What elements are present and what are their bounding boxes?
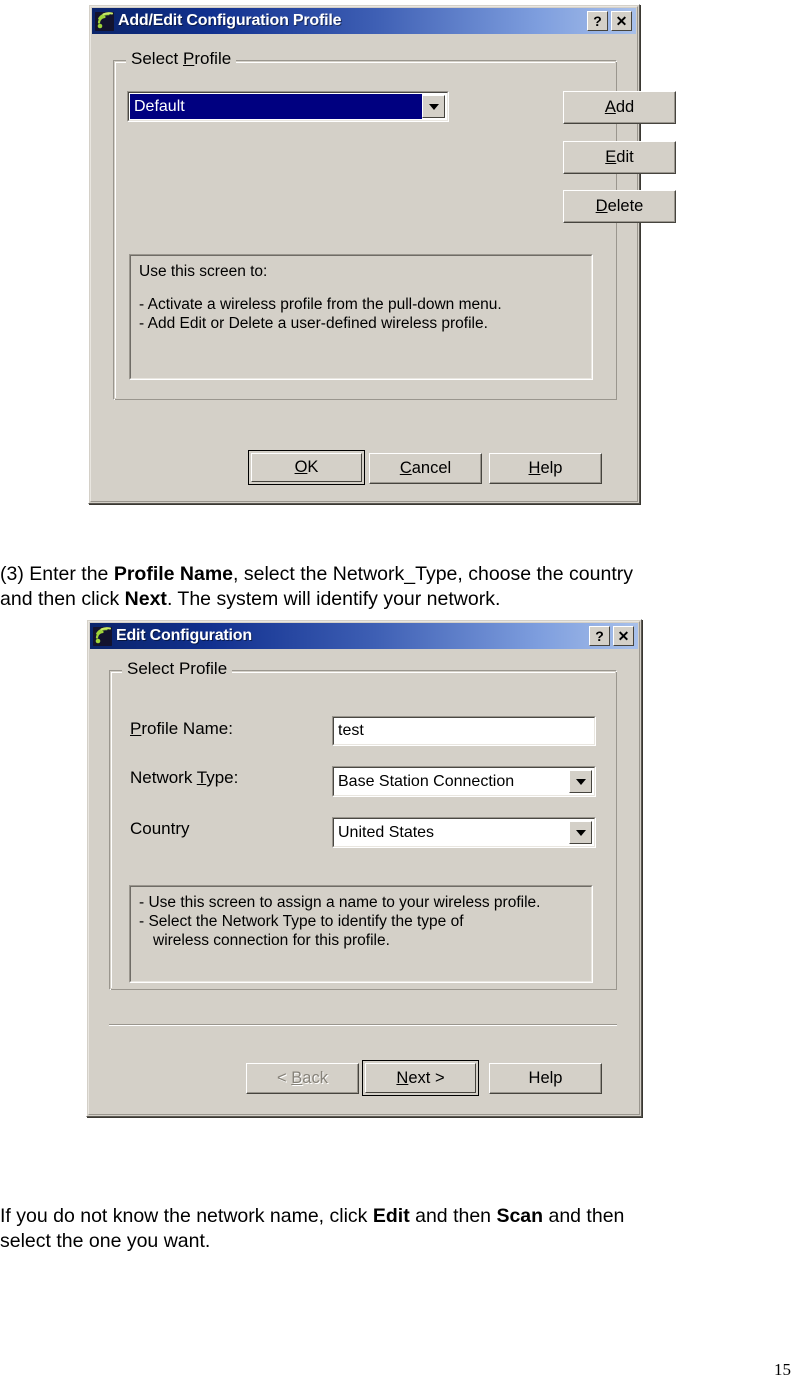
- para2-line1: If you do not know the network name, cli…: [0, 1205, 625, 1227]
- page-number: 15: [774, 1360, 791, 1379]
- dialog1-info-panel: Use this screen to: - Activate a wireles…: [129, 254, 593, 380]
- dialog1-title: Add/Edit Configuration Profile: [118, 12, 342, 29]
- wireless-signal-icon: [93, 626, 112, 646]
- country-combo[interactable]: United States: [332, 817, 596, 848]
- close-icon[interactable]: ✕: [613, 626, 634, 646]
- dialog2-title: Edit Configuration: [116, 627, 252, 644]
- country-value: United States: [338, 823, 435, 841]
- country-label: Country: [130, 819, 190, 838]
- profile-name-value: test: [333, 717, 595, 745]
- help-button-label: Help: [528, 1069, 563, 1087]
- help-button[interactable]: Help: [489, 453, 602, 484]
- close-icon[interactable]: ✕: [611, 11, 632, 31]
- edit-configuration-dialog: Edit Configuration ? ✕ Select Profile Pr…: [86, 619, 642, 1117]
- ok-button-label: OK: [294, 458, 319, 476]
- network-type-label: Network Type:: [130, 768, 239, 787]
- network-type-value: Base Station Connection: [338, 772, 515, 790]
- wireless-signal-icon: [95, 11, 114, 31]
- profile-name-field[interactable]: test: [332, 716, 596, 746]
- edit-button[interactable]: Edit: [563, 141, 676, 174]
- dialog2-group-title: Select Profile: [122, 659, 233, 679]
- help-button[interactable]: Help: [489, 1063, 602, 1094]
- add-edit-configuration-profile-dialog: Add/Edit Configuration Profile ? ✕ Selec…: [88, 4, 676, 504]
- para2-line2: select the one you want.: [0, 1230, 211, 1252]
- network-type-combo[interactable]: Base Station Connection: [332, 766, 596, 797]
- dialog1-info-line-2: - Add Edit or Delete a user-defined wire…: [139, 315, 488, 332]
- instruction-paragraph-2: If you do not know the network name, cli…: [0, 1204, 795, 1254]
- dialog2-info-panel: - Use this screen to assign a name to yo…: [129, 885, 593, 983]
- dialog2-titlebar-buttons: ? ✕: [589, 626, 634, 646]
- profile-select-combo[interactable]: Default: [127, 91, 449, 122]
- next-button-label: Next >: [396, 1068, 445, 1087]
- add-button-label: Add: [604, 98, 635, 116]
- para1-line1: (3) Enter the Profile Name, select the N…: [0, 563, 633, 585]
- ok-button[interactable]: OK: [248, 450, 365, 485]
- dialog1-titlebar-buttons: ? ✕: [587, 11, 632, 31]
- dialog1-titlebar[interactable]: Add/Edit Configuration Profile ? ✕: [92, 8, 636, 34]
- cancel-button-label: Cancel: [399, 459, 452, 477]
- help-titlebar-button[interactable]: ?: [587, 11, 608, 31]
- profile-select-value: Default: [130, 94, 422, 119]
- delete-button[interactable]: Delete: [563, 190, 676, 223]
- back-button-label: < Back: [277, 1069, 328, 1087]
- help-titlebar-button[interactable]: ?: [589, 626, 610, 646]
- instruction-paragraph-1: (3) Enter the Profile Name, select the N…: [0, 562, 795, 612]
- edit-button-label: Edit: [605, 148, 634, 166]
- dialog2-titlebar[interactable]: Edit Configuration ? ✕: [90, 623, 638, 649]
- chevron-down-icon[interactable]: [569, 821, 592, 844]
- next-button[interactable]: Next >: [362, 1060, 479, 1096]
- dialog1-info-line-1: - Activate a wireless profile from the p…: [139, 296, 502, 313]
- add-button[interactable]: Add: [563, 91, 676, 124]
- back-button[interactable]: < Back: [246, 1063, 359, 1094]
- delete-button-label: Delete: [595, 197, 644, 215]
- dialog1-info-heading: Use this screen to:: [139, 263, 268, 280]
- dialog2-info-line-2: - Select the Network Type to identify th…: [139, 913, 464, 930]
- chevron-down-icon[interactable]: [569, 770, 592, 793]
- profile-name-label: Profile Name:: [130, 719, 233, 738]
- dialog1-group-title: Select Profile: [126, 49, 237, 69]
- dialog2-info-line-3: wireless connection for this profile.: [153, 932, 390, 949]
- dialog2-info-line-1: - Use this screen to assign a name to yo…: [139, 894, 541, 911]
- help-button-label: Help: [528, 459, 563, 477]
- para1-line2: and then click Next. The system will ide…: [0, 588, 501, 610]
- chevron-down-icon[interactable]: [422, 95, 445, 118]
- footer-separator: [109, 1024, 617, 1026]
- cancel-button[interactable]: Cancel: [369, 453, 482, 484]
